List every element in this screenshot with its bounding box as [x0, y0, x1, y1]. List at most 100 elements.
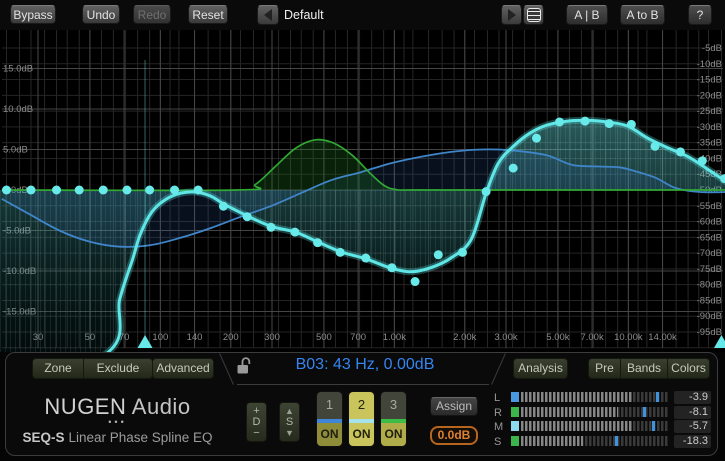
- svg-text:-25dB: -25dB: [697, 106, 722, 117]
- bands-button[interactable]: Bands: [620, 358, 667, 379]
- ab-compare-button[interactable]: A | B: [566, 5, 608, 25]
- eq-node[interactable]: [194, 186, 203, 195]
- pre-button[interactable]: Pre: [588, 358, 620, 379]
- product-seqs: SEQ-S: [22, 430, 64, 445]
- eq-node[interactable]: [651, 142, 660, 151]
- svg-text:-35dB: -35dB: [697, 138, 722, 149]
- reset-button[interactable]: Reset: [188, 5, 228, 24]
- redo-button[interactable]: Redo: [133, 5, 171, 24]
- svg-text:2.00k: 2.00k: [453, 332, 476, 343]
- brand-audio: Audio: [132, 394, 191, 419]
- eq-node[interactable]: [219, 202, 228, 211]
- svg-text:-20dB: -20dB: [697, 90, 722, 101]
- assign-button[interactable]: Assign: [430, 397, 478, 416]
- svg-text:5.0dB: 5.0dB: [3, 145, 28, 156]
- eq-node[interactable]: [290, 228, 299, 237]
- colors-button[interactable]: Colors: [667, 358, 710, 379]
- down-arrow-icon: ▼: [280, 427, 299, 438]
- readout-tab-bottom: [237, 384, 489, 385]
- eq-node[interactable]: [698, 156, 707, 165]
- band-group-3-button[interactable]: 3 ON: [380, 391, 407, 447]
- band-group-2-button[interactable]: 2 ON: [348, 391, 375, 447]
- left-arrow-icon: [264, 9, 272, 21]
- eq-node[interactable]: [676, 147, 685, 156]
- eq-display[interactable]: 15.0dB10.0dB5.0dB0.0dB-5.0dB-10.0dB-15.0…: [0, 30, 725, 352]
- eq-node[interactable]: [627, 120, 636, 129]
- eq-node[interactable]: [122, 186, 131, 195]
- seq-s-plugin-window: Bypass Undo Redo Reset Default A | B A t…: [0, 0, 725, 461]
- product-desc: Linear Phase Spline EQ: [68, 430, 212, 445]
- previous-preset-button[interactable]: [257, 5, 279, 25]
- meter-peak-marker: [652, 421, 655, 431]
- a-to-b-button[interactable]: A to B: [620, 5, 665, 25]
- eq-node[interactable]: [581, 117, 590, 126]
- eq-node[interactable]: [26, 186, 35, 195]
- delta-solo-button[interactable]: + D −: [246, 402, 267, 442]
- zone-button[interactable]: Zone: [32, 358, 83, 379]
- svg-text:-95dB: -95dB: [697, 327, 722, 338]
- meter-value: -8.1: [674, 406, 711, 419]
- eq-node[interactable]: [170, 186, 179, 195]
- meter-channel-chip: [511, 421, 519, 431]
- meter-label: R: [494, 407, 506, 419]
- svg-text:-5dB: -5dB: [702, 43, 722, 54]
- eq-node[interactable]: [2, 186, 11, 195]
- s-label: S: [280, 416, 299, 427]
- next-preset-button[interactable]: [501, 5, 522, 25]
- svg-text:200: 200: [223, 332, 239, 343]
- band-group-number[interactable]: 1: [317, 392, 342, 419]
- band-group-number[interactable]: 3: [381, 392, 406, 419]
- band-group-1-button[interactable]: 1 ON: [316, 391, 343, 447]
- meter-value: -18.3: [674, 435, 711, 448]
- product-name: SEQ-S Linear Phase Spline EQ: [0, 430, 235, 445]
- eq-node[interactable]: [243, 212, 252, 221]
- trim-display[interactable]: 0.0dB: [430, 426, 478, 445]
- meter-bar: [521, 421, 668, 431]
- eq-node[interactable]: [336, 248, 345, 257]
- eq-graph-area[interactable]: 15.0dB10.0dB5.0dB0.0dB-5.0dB-10.0dB-15.0…: [0, 30, 725, 352]
- svg-text:-15dB: -15dB: [697, 75, 722, 86]
- svg-text:700: 700: [350, 332, 366, 343]
- analysis-button[interactable]: Analysis: [513, 358, 568, 379]
- eq-node[interactable]: [75, 186, 84, 195]
- eq-node[interactable]: [555, 117, 564, 126]
- eq-node[interactable]: [145, 186, 154, 195]
- advanced-button[interactable]: Advanced: [152, 358, 214, 379]
- meter-label: L: [494, 392, 506, 404]
- bypass-button[interactable]: Bypass: [10, 5, 56, 24]
- eq-node[interactable]: [482, 187, 491, 196]
- lock-icon[interactable]: [236, 356, 251, 376]
- eq-node[interactable]: [313, 238, 322, 247]
- eq-node[interactable]: [361, 254, 370, 263]
- preset-name[interactable]: Default: [284, 8, 324, 22]
- low-frequency-marker[interactable]: [138, 335, 153, 348]
- band-on-toggle[interactable]: ON: [317, 423, 342, 446]
- up-arrow-icon: ▲: [280, 405, 299, 416]
- eq-node[interactable]: [605, 119, 614, 128]
- eq-node[interactable]: [434, 250, 443, 259]
- preset-menu-button[interactable]: [523, 5, 544, 25]
- band-on-toggle[interactable]: ON: [349, 423, 374, 446]
- eq-node[interactable]: [458, 248, 467, 257]
- exclude-button[interactable]: Exclude: [83, 358, 153, 379]
- eq-node[interactable]: [99, 186, 108, 195]
- right-arrow-icon: [508, 9, 516, 21]
- spline-stepper-button[interactable]: ▲ S ▼: [279, 402, 300, 442]
- band-on-toggle[interactable]: ON: [381, 423, 406, 446]
- minus-icon: −: [247, 427, 266, 438]
- toolbar: Bypass Undo Redo Reset Default A | B A t…: [0, 0, 725, 30]
- help-button[interactable]: ?: [688, 5, 712, 25]
- svg-text:10.0dB: 10.0dB: [3, 104, 33, 115]
- eq-node[interactable]: [411, 277, 420, 286]
- eq-node[interactable]: [532, 134, 541, 143]
- svg-text:-60dB: -60dB: [697, 217, 722, 228]
- undo-button[interactable]: Undo: [82, 5, 120, 24]
- preset-list-icon: [527, 8, 541, 22]
- eq-node[interactable]: [266, 223, 275, 232]
- eq-node[interactable]: [387, 263, 396, 272]
- meter-peak-marker: [656, 392, 659, 402]
- eq-node[interactable]: [509, 164, 518, 173]
- svg-text:14.00k: 14.00k: [648, 332, 677, 343]
- eq-node[interactable]: [52, 186, 61, 195]
- band-group-number[interactable]: 2: [349, 392, 374, 419]
